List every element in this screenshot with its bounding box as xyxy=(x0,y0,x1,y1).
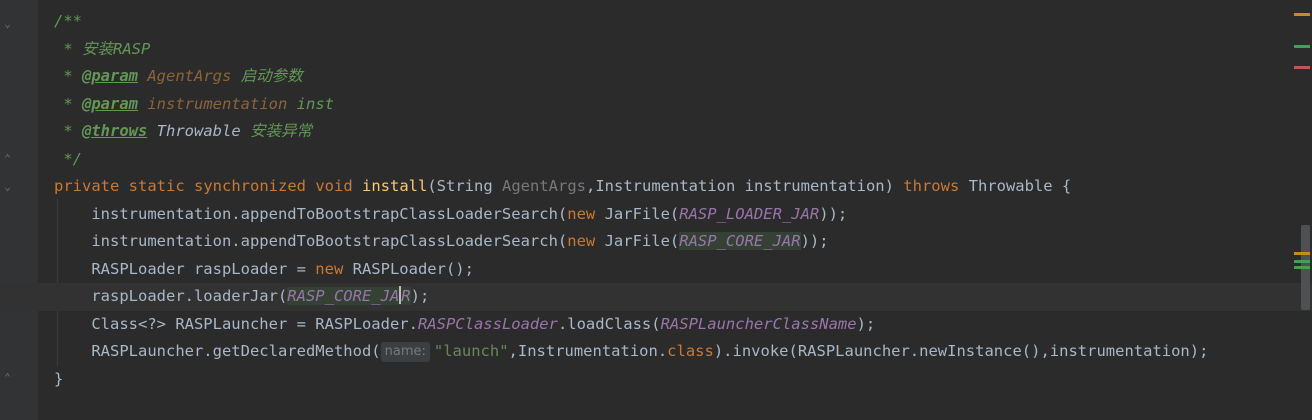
fold-marker-icon[interactable]: ⌄ xyxy=(2,181,13,192)
code-line: } xyxy=(54,369,64,388)
code-line: * 安装RASP xyxy=(54,39,151,58)
code-line: * @param AgentArgs 启动参数 xyxy=(54,67,303,85)
error-stripe-marker[interactable] xyxy=(1294,45,1310,48)
parameter-hint: name: xyxy=(380,342,430,362)
code-line: instrumentation.appendToBootstrapClassLo… xyxy=(91,232,829,250)
error-stripe-marker[interactable] xyxy=(1294,13,1310,16)
editor-scrollbar[interactable] xyxy=(1282,0,1312,420)
code-line: */ xyxy=(54,149,82,168)
line-gutter xyxy=(0,0,38,420)
current-code-line: raspLoader.loaderJar(RASP_CORE_JA R); xyxy=(0,283,1312,311)
code-line: Class<?> RASPLauncher = RASPLoader.RASPC… xyxy=(91,314,876,333)
error-stripe-marker[interactable] xyxy=(1294,266,1310,269)
code-line: RASPLauncher.getDeclaredMethod(name: "lau… xyxy=(91,342,1209,362)
code-line: /** xyxy=(54,12,82,30)
code-line: private static synchronized void install… xyxy=(54,177,1072,195)
code-line: * @param instrumentation inst xyxy=(54,94,334,113)
fold-marker-icon[interactable]: ⌃ xyxy=(2,153,13,164)
error-stripe-marker[interactable] xyxy=(1294,252,1310,255)
code-line: instrumentation.appendToBootstrapClassLo… xyxy=(91,204,848,223)
fold-marker-icon[interactable]: ⌄ xyxy=(2,18,13,29)
code-editor[interactable]: /** * 安装RASP * @param AgentArgs 启动参数 * @… xyxy=(0,8,1312,393)
code-line: RASPLoader raspLoader = new RASPLoader()… xyxy=(91,259,474,278)
error-stripe-marker[interactable] xyxy=(1294,260,1310,263)
code-line: * @throws Throwable 安装异常 xyxy=(54,122,313,140)
fold-marker-icon[interactable]: ⌃ xyxy=(2,372,13,383)
error-stripe-marker[interactable] xyxy=(1294,66,1310,69)
